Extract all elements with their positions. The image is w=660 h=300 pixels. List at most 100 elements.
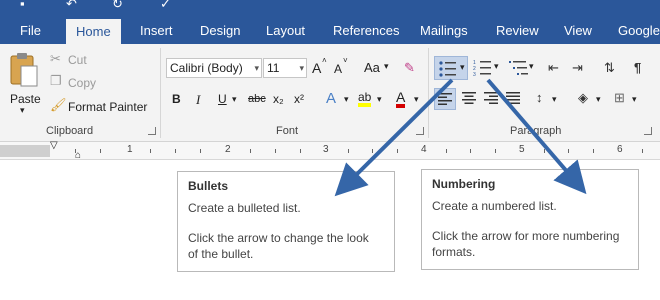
horizontal-ruler[interactable]: ▽ ⌂ 1 2 3 4 5 6: [0, 140, 660, 161]
chevron-down-icon[interactable]: ▾: [384, 61, 389, 72]
bullets-button[interactable]: ▾: [434, 56, 468, 80]
paragraph-group-label: Paragraph: [510, 125, 562, 137]
copy-button[interactable]: Copy: [68, 76, 96, 90]
numbering-tooltip-hint-cont: formats.: [432, 245, 476, 259]
paragraph-launcher-icon[interactable]: [644, 127, 652, 135]
ruler-number: 4: [421, 144, 427, 155]
bullets-icon: [439, 61, 456, 77]
numbering-icon: 1 2 3: [473, 60, 491, 77]
superscript-button[interactable]: x²: [294, 92, 304, 106]
tab-file[interactable]: File: [20, 14, 41, 44]
chevron-down-icon[interactable]: ▾: [344, 94, 349, 105]
show-formatting-marks-icon[interactable]: ¶: [634, 59, 641, 77]
chevron-down-icon[interactable]: ▾: [414, 94, 419, 105]
shrink-font-button[interactable]: A: [334, 62, 342, 76]
chevron-down-icon[interactable]: ▾: [232, 94, 237, 105]
change-case-button[interactable]: Aa: [364, 60, 380, 75]
tab-mailings[interactable]: Mailings: [420, 14, 468, 44]
font-color-button[interactable]: A: [396, 90, 406, 108]
tab-layout[interactable]: Layout: [266, 14, 305, 44]
numbering-tooltip-title: Numbering: [432, 177, 496, 191]
decrease-indent-icon[interactable]: ⇤: [548, 59, 559, 77]
ruler-number: 1: [127, 144, 133, 155]
grow-font-button[interactable]: A: [312, 60, 321, 76]
strikethrough-button[interactable]: abc: [248, 93, 266, 105]
ruler-number: 2: [225, 144, 231, 155]
multilevel-list-button[interactable]: ▾: [508, 56, 538, 80]
caret-down-icon: ˅: [343, 56, 348, 65]
font-name-combo[interactable]: Calibri (Body) ▾: [166, 58, 262, 78]
chevron-down-icon[interactable]: ▾: [299, 59, 304, 77]
divider: [428, 48, 429, 138]
justify-icon[interactable]: [506, 92, 520, 104]
font-size-value: 11: [267, 61, 280, 75]
chevron-down-icon[interactable]: ▾: [460, 62, 465, 73]
sort-icon[interactable]: ⇅: [604, 59, 615, 77]
quick-access-toolbar: ▪ ↶ ↻ ✓: [0, 0, 660, 14]
highlight-button[interactable]: ab: [358, 91, 372, 107]
tab-home[interactable]: Home: [66, 19, 121, 44]
numbering-tooltip-hint: Click the arrow for more numbering: [432, 229, 620, 243]
format-painter-icon: 🖌: [50, 97, 67, 112]
first-line-indent-marker[interactable]: ▽: [50, 140, 58, 151]
line-spacing-icon[interactable]: ↕: [536, 89, 543, 107]
chevron-down-icon[interactable]: ▾: [552, 94, 557, 105]
bullets-tooltip-title: Bullets: [188, 179, 229, 193]
clear-formatting-icon[interactable]: ✎: [404, 59, 415, 77]
tab-view[interactable]: View: [564, 14, 592, 44]
increase-indent-icon[interactable]: ⇥: [572, 59, 583, 77]
font-launcher-icon[interactable]: [416, 127, 424, 135]
shading-icon[interactable]: ◈: [578, 89, 588, 107]
format-painter-button[interactable]: Format Painter: [68, 100, 147, 114]
chevron-down-icon[interactable]: ▾: [20, 105, 25, 116]
redo-icon[interactable]: ↻: [112, 0, 123, 12]
chevron-down-icon[interactable]: ▾: [494, 61, 499, 72]
numbering-button[interactable]: 1 2 3 ▾: [472, 56, 504, 80]
ruler-number: 5: [519, 144, 525, 155]
multilevel-list-icon: [509, 61, 528, 75]
tab-review[interactable]: Review: [496, 14, 539, 44]
align-center-icon[interactable]: [462, 92, 476, 104]
paste-label: Paste: [10, 92, 41, 106]
ribbon-home: Paste ▾ ✂ Cut ❐ Copy 🖌 Format Painter Cl…: [0, 44, 660, 142]
tab-insert[interactable]: Insert: [140, 14, 173, 44]
align-right-icon[interactable]: [484, 92, 498, 104]
tab-references[interactable]: References: [333, 14, 399, 44]
ruler-margin: [0, 145, 50, 157]
paste-button[interactable]: Paste ▾: [6, 48, 42, 118]
chevron-down-icon[interactable]: ▾: [632, 94, 637, 105]
text-effects-button[interactable]: A: [326, 90, 336, 107]
italic-button[interactable]: I: [196, 92, 200, 108]
bullets-tooltip: Bullets Create a bulleted list. Click th…: [177, 171, 395, 272]
clipboard-group-label: Clipboard: [46, 125, 94, 137]
underline-button[interactable]: U: [218, 92, 227, 106]
font-size-combo[interactable]: 11 ▾: [263, 58, 307, 78]
undo-icon[interactable]: ↶: [66, 0, 77, 12]
chevron-down-icon[interactable]: ▾: [254, 59, 259, 77]
caret-up-icon: ˄: [322, 56, 327, 65]
chevron-down-icon[interactable]: ▾: [377, 94, 382, 105]
clipboard-icon: [10, 53, 38, 87]
divider: [160, 48, 161, 138]
ribbon-tabs: File Home Insert Design Layout Reference…: [0, 14, 660, 44]
align-left-button[interactable]: [434, 88, 456, 110]
svg-text:3: 3: [473, 72, 476, 77]
chevron-down-icon[interactable]: ▾: [529, 61, 534, 72]
checkmark-icon[interactable]: ✓: [160, 0, 171, 12]
bullets-tooltip-hint-cont: of the bullet.: [188, 247, 254, 261]
cut-button[interactable]: Cut: [68, 53, 87, 67]
scissors-icon: ✂: [50, 51, 61, 66]
borders-icon[interactable]: ⊞: [614, 89, 625, 107]
numbering-tooltip-description: Create a numbered list.: [432, 199, 557, 213]
font-group-label: Font: [276, 125, 299, 137]
chevron-down-icon[interactable]: ▾: [596, 94, 601, 105]
bullets-tooltip-description: Create a bulleted list.: [188, 201, 301, 215]
bold-button[interactable]: B: [172, 92, 181, 106]
clipboard-launcher-icon[interactable]: [148, 127, 156, 135]
subscript-button[interactable]: x₂: [273, 92, 284, 106]
tab-google[interactable]: Google: [618, 14, 660, 44]
numbering-tooltip: Numbering Create a numbered list. Click …: [421, 169, 639, 270]
tab-design[interactable]: Design: [200, 14, 240, 44]
save-icon[interactable]: ▪: [20, 0, 25, 11]
ruler-number: 3: [323, 144, 329, 155]
